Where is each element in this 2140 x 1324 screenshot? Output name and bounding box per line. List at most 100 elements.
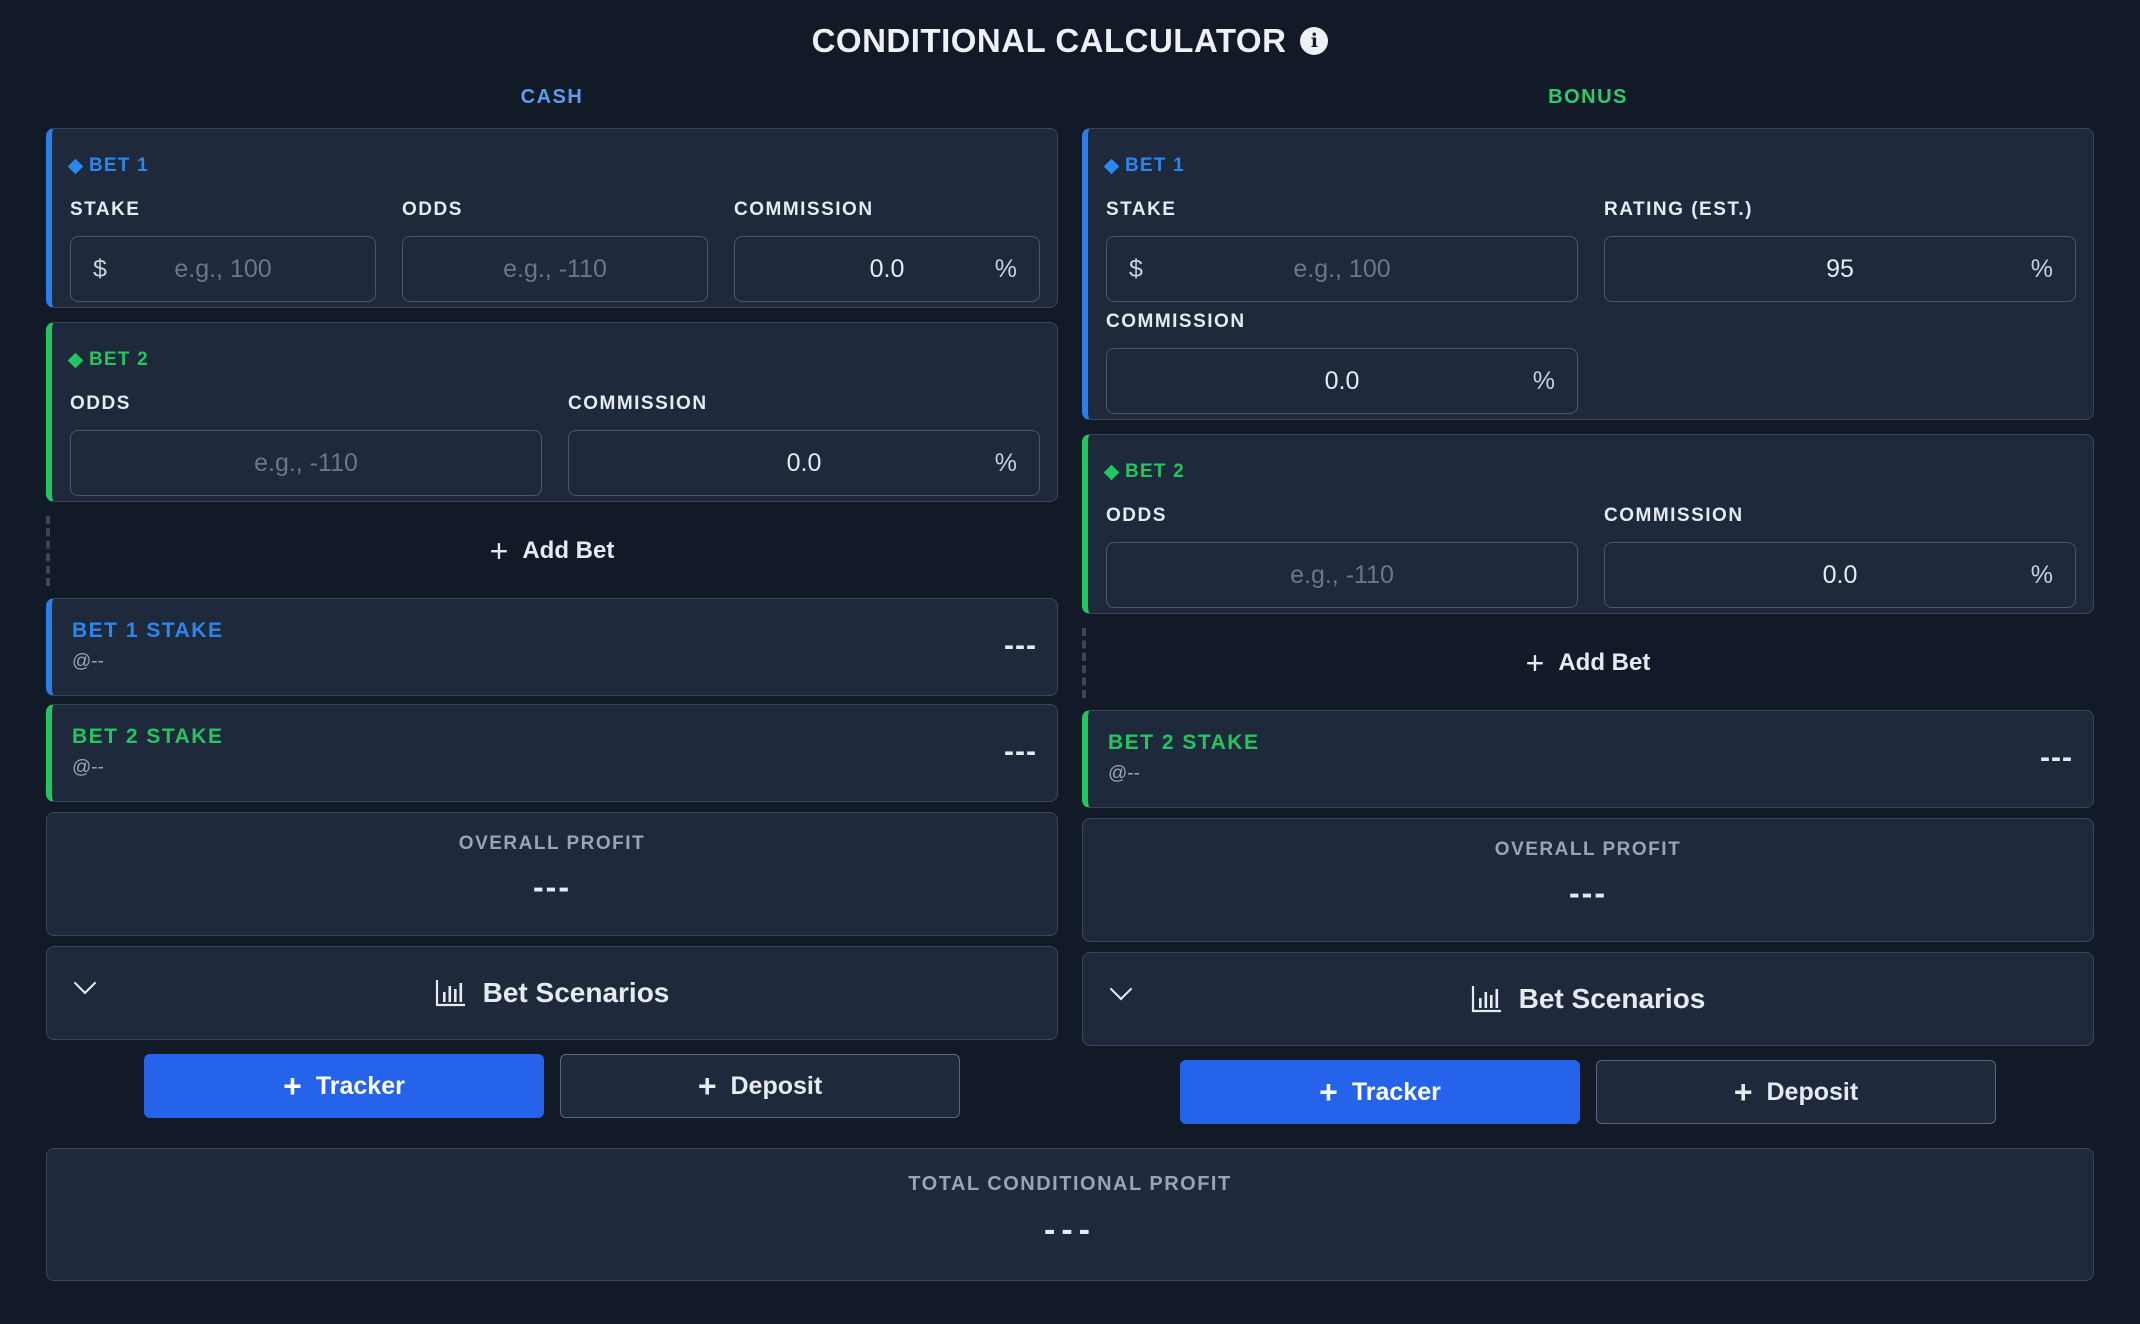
currency-prefix: $ <box>1129 254 1143 283</box>
commission-label: COMMISSION <box>734 199 874 220</box>
bet-scenarios-label: Bet Scenarios <box>1518 983 1706 1014</box>
cash-bet1-stake-result: BET 1 STAKE @-- --- <box>46 598 1058 696</box>
cash-bet2-title: BET 2 <box>89 349 149 370</box>
cash-bet1-commission-field: COMMISSION 0.0 % <box>734 199 1040 302</box>
stake-result-value: --- <box>2040 741 2073 774</box>
total-conditional-profit: TOTAL CONDITIONAL PROFIT --- <box>46 1148 2094 1281</box>
commission-label: COMMISSION <box>1604 505 1744 526</box>
add-bet-label: Add Bet <box>1558 649 1651 676</box>
deposit-label: Deposit <box>730 1071 823 1100</box>
overall-profit-label: OVERALL PROFIT <box>1494 839 1682 860</box>
diamond-icon <box>67 352 84 368</box>
bonus-bet1-commission-field: COMMISSION 0.0 % <box>1106 311 1578 414</box>
bonus-bet1-rating-input[interactable]: 95 % <box>1604 236 2076 302</box>
cash-bet1-title: BET 1 <box>89 155 149 176</box>
percent-suffix: % <box>2030 560 2053 589</box>
diamond-icon <box>1103 158 1120 174</box>
cash-bet1-stake-input[interactable]: $ e.g., 100 <box>70 236 376 302</box>
bonus-bet2-stake-result: BET 2 STAKE @-- --- <box>1082 710 2094 808</box>
add-bet-label: Add Bet <box>522 537 615 564</box>
bonus-add-bet-button[interactable]: + Add Bet <box>1082 628 2094 698</box>
info-icon[interactable]: i <box>1300 27 1329 55</box>
overall-profit-value: --- <box>1569 875 1607 911</box>
commission-label: COMMISSION <box>1106 311 1246 332</box>
odds-placeholder: e.g., -110 <box>503 254 607 283</box>
commission-value: 0.0 <box>869 254 905 283</box>
scenarios-label-group: Bet Scenarios <box>47 947 1057 1039</box>
diamond-icon <box>1103 464 1120 480</box>
tracker-label: Tracker <box>1351 1077 1441 1106</box>
stake-label: STAKE <box>1106 199 1177 220</box>
cash-bet2-card: BET 2 ODDS e.g., -110 COMMISSION 0.0 % <box>46 322 1058 502</box>
plus-icon: + <box>1319 1074 1338 1110</box>
cash-bet2-odds-input[interactable]: e.g., -110 <box>70 430 542 496</box>
bar-chart-icon <box>435 980 465 1007</box>
cash-bet1-header: BET 1 <box>67 155 149 177</box>
stake-result-title: BET 2 STAKE <box>72 725 224 748</box>
stake-result-odds: @-- <box>72 757 104 778</box>
bar-chart-icon <box>1471 986 1501 1013</box>
stake-placeholder: e.g., 100 <box>1293 254 1391 283</box>
cash-bet-scenarios-toggle[interactable]: Bet Scenarios <box>46 946 1058 1040</box>
bonus-bet2-odds-field: ODDS e.g., -110 <box>1106 505 1578 608</box>
bonus-bet1-title: BET 1 <box>1125 155 1185 176</box>
cash-bet2-odds-field: ODDS e.g., -110 <box>70 393 542 496</box>
cash-overall-profit: OVERALL PROFIT --- <box>46 812 1058 936</box>
bonus-bet1-card: BET 1 STAKE $ e.g., 100 RATING (EST.) 95… <box>1082 128 2094 420</box>
percent-suffix: % <box>994 448 1017 477</box>
stake-result-odds: @-- <box>1108 763 1140 784</box>
bonus-label: BONUS <box>1548 86 1628 108</box>
bonus-deposit-button[interactable]: + Deposit <box>1596 1060 1996 1124</box>
currency-prefix: $ <box>93 254 107 283</box>
plus-icon: + <box>697 1068 717 1104</box>
bonus-bet1-stake-field: STAKE $ e.g., 100 <box>1106 199 1578 302</box>
bonus-bet2-odds-input[interactable]: e.g., -110 <box>1106 542 1578 608</box>
deposit-label: Deposit <box>1766 1077 1859 1106</box>
bonus-bet2-card: BET 2 ODDS e.g., -110 COMMISSION 0.0 % <box>1082 434 2094 614</box>
cash-bet2-commission-input[interactable]: 0.0 % <box>568 430 1040 496</box>
percent-suffix: % <box>1532 366 1555 395</box>
stake-result-title: BET 1 STAKE <box>72 619 224 642</box>
cash-add-bet-button[interactable]: + Add Bet <box>46 516 1058 586</box>
total-profit-value: --- <box>1044 1211 1096 1249</box>
cash-tracker-button[interactable]: + Tracker <box>144 1054 544 1118</box>
cash-bet1-card: BET 1 STAKE $ e.g., 100 ODDS e.g., -110 … <box>46 128 1058 308</box>
bonus-bet2-commission-input[interactable]: 0.0 % <box>1604 542 2076 608</box>
stake-placeholder: e.g., 100 <box>174 254 272 283</box>
page-title: CONDITIONAL CALCULATOR <box>811 22 1287 59</box>
odds-label: ODDS <box>402 199 463 220</box>
stake-result-odds: @-- <box>72 651 104 672</box>
total-profit-label: TOTAL CONDITIONAL PROFIT <box>908 1173 1232 1195</box>
scenarios-label-group: Bet Scenarios <box>1083 953 2093 1045</box>
bonus-bet1-header: BET 1 <box>1103 155 1185 177</box>
cash-deposit-button[interactable]: + Deposit <box>560 1054 960 1118</box>
bonus-bet1-rating-field: RATING (EST.) 95 % <box>1604 199 2076 302</box>
cash-column: CASH BET 1 STAKE $ e.g., 100 ODDS e.g., … <box>46 80 1058 1118</box>
commission-label: COMMISSION <box>568 393 708 414</box>
bonus-bet2-commission-field: COMMISSION 0.0 % <box>1604 505 2076 608</box>
cash-bet1-odds-input[interactable]: e.g., -110 <box>402 236 708 302</box>
overall-profit-label: OVERALL PROFIT <box>458 833 646 854</box>
stake-result-value: --- <box>1004 629 1037 662</box>
odds-placeholder: e.g., -110 <box>254 448 358 477</box>
percent-suffix: % <box>2030 254 2053 283</box>
rating-label: RATING (EST.) <box>1604 199 1753 220</box>
bonus-tracker-button[interactable]: + Tracker <box>1180 1060 1580 1124</box>
cash-bet2-commission-field: COMMISSION 0.0 % <box>568 393 1040 496</box>
bonus-bet1-stake-input[interactable]: $ e.g., 100 <box>1106 236 1578 302</box>
overall-profit-value: --- <box>533 869 571 905</box>
bonus-bet-scenarios-toggle[interactable]: Bet Scenarios <box>1082 952 2094 1046</box>
bonus-bet1-commission-input[interactable]: 0.0 % <box>1106 348 1578 414</box>
cash-label: CASH <box>520 86 584 108</box>
plus-icon: + <box>489 533 509 569</box>
odds-label: ODDS <box>1106 505 1167 526</box>
cash-bet1-commission-input[interactable]: 0.0 % <box>734 236 1040 302</box>
odds-placeholder: e.g., -110 <box>1290 560 1394 589</box>
commission-value: 0.0 <box>786 448 822 477</box>
diamond-icon <box>67 158 84 174</box>
header: CONDITIONAL CALCULATOR i <box>0 18 2140 64</box>
cash-bet1-odds-field: ODDS e.g., -110 <box>402 199 708 302</box>
stake-label: STAKE <box>70 199 141 220</box>
cash-bet2-stake-result: BET 2 STAKE @-- --- <box>46 704 1058 802</box>
plus-icon: + <box>1525 645 1545 681</box>
